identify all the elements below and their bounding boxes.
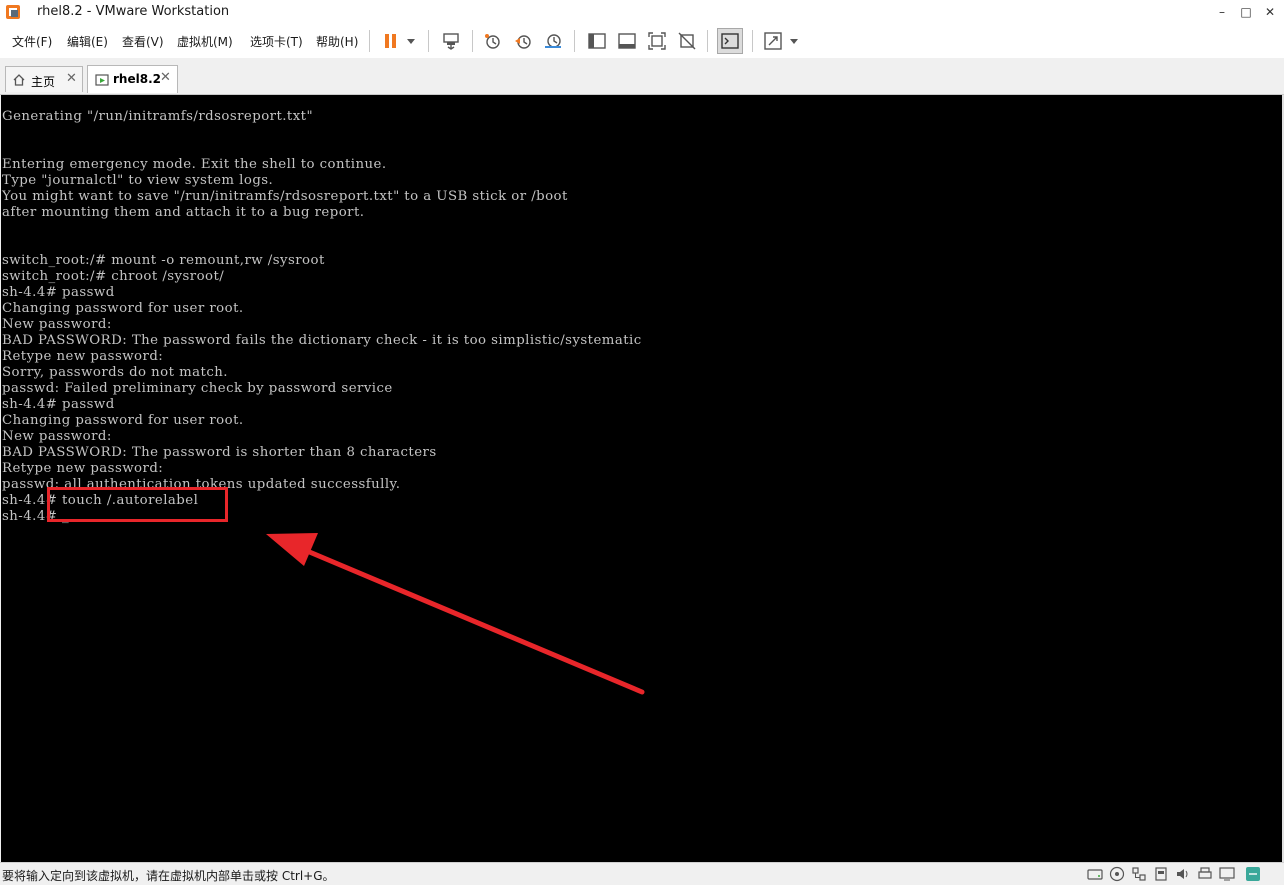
snapshot-icon[interactable]: [483, 31, 503, 51]
toolbar-separator: [574, 30, 575, 52]
toolbar-separator: [472, 30, 473, 52]
send-ctrl-alt-del-icon[interactable]: [441, 31, 461, 51]
message-icon[interactable]: [1245, 866, 1261, 882]
window-title: rhel8.2 - VMware Workstation: [37, 4, 230, 19]
tab-bar: 主页 ✕ rhel8.2 ✕: [0, 58, 1284, 95]
terminal-line: passwd: Failed preliminary check by pass…: [2, 381, 393, 396]
close-button[interactable]: ✕: [1259, 2, 1281, 22]
display-icon[interactable]: [1219, 866, 1235, 882]
tab-rhel82[interactable]: rhel8.2 ✕: [87, 65, 178, 93]
menu-edit[interactable]: 编辑(E): [67, 33, 108, 50]
terminal-line: Entering emergency mode. Exit the shell …: [2, 157, 387, 172]
tab-home-label: 主页: [31, 75, 56, 89]
printer-icon[interactable]: [1197, 866, 1213, 882]
toolbar-separator: [369, 30, 370, 52]
vm-running-icon: [95, 74, 109, 86]
stretch-guest-icon[interactable]: [763, 31, 783, 51]
show-library-icon[interactable]: [587, 31, 607, 51]
terminal-line: after mounting them and attach it to a b…: [2, 205, 365, 220]
revert-snapshot-icon[interactable]: [513, 31, 533, 51]
highlight-box: [47, 487, 228, 522]
minimize-button[interactable]: –: [1211, 2, 1233, 22]
console-view-icon[interactable]: [717, 28, 743, 54]
menu-file[interactable]: 文件(F): [12, 33, 52, 50]
tab-home-close-icon[interactable]: ✕: [66, 71, 77, 86]
dropdown-arrow-icon[interactable]: [404, 31, 418, 51]
unity-icon[interactable]: [677, 31, 697, 51]
tab-rhel82-label: rhel8.2: [113, 72, 161, 86]
pause-icon[interactable]: [381, 31, 401, 51]
tab-home[interactable]: 主页 ✕: [5, 66, 83, 92]
terminal-line: BAD PASSWORD: The password fails the dic…: [2, 333, 642, 348]
terminal-line: Changing password for user root.: [2, 301, 244, 316]
status-bar: 要将输入定向到该虚拟机，请在虚拟机内部单击或按 Ctrl+G。: [0, 862, 1284, 885]
terminal-line: New password:: [2, 429, 112, 444]
status-message: 要将输入定向到该虚拟机，请在虚拟机内部单击或按 Ctrl+G。: [2, 869, 335, 883]
title-bar: rhel8.2 - VMware Workstation – □ ✕: [0, 0, 1284, 25]
network-icon[interactable]: [1131, 866, 1147, 882]
terminal-line: switch_root:/# chroot /sysroot/: [2, 269, 225, 284]
hard-disk-icon[interactable]: [1087, 866, 1103, 882]
terminal-line: Retype new password:: [2, 349, 164, 364]
home-icon: [13, 74, 25, 86]
vm-console[interactable]: Generating "/run/initramfs/rdsosreport.t…: [1, 95, 1283, 862]
terminal-line: You might want to save "/run/initramfs/r…: [2, 189, 568, 204]
toolbar-separator: [428, 30, 429, 52]
terminal-line: Generating "/run/initramfs/rdsosreport.t…: [2, 109, 314, 124]
tab-rhel82-close-icon[interactable]: ✕: [160, 70, 171, 85]
terminal-line: Sorry, passwords do not match.: [2, 365, 228, 380]
terminal-line: Changing password for user root.: [2, 413, 244, 428]
dropdown-arrow-icon[interactable]: [787, 31, 801, 51]
menu-vm[interactable]: 虚拟机(M): [177, 33, 233, 50]
usb-icon[interactable]: [1153, 866, 1169, 882]
vmware-app-icon: [6, 5, 20, 19]
toolbar-separator: [752, 30, 753, 52]
terminal-line: switch_root:/# mount -o remount,rw /sysr…: [2, 253, 325, 268]
snapshot-manager-icon[interactable]: [543, 31, 563, 51]
terminal-line: sh-4.4# passwd: [2, 285, 115, 300]
terminal-line: sh-4.4# passwd: [2, 397, 115, 412]
full-screen-icon[interactable]: [647, 31, 667, 51]
terminal-line: Type "journalctl" to view system logs.: [2, 173, 274, 188]
menu-tabs[interactable]: 选项卡(T): [250, 33, 303, 50]
menu-view[interactable]: 查看(V): [122, 33, 164, 50]
toolbar-separator: [707, 30, 708, 52]
maximize-button[interactable]: □: [1235, 2, 1257, 22]
terminal-line: New password:: [2, 317, 112, 332]
cd-dvd-icon[interactable]: [1109, 866, 1125, 882]
menu-help[interactable]: 帮助(H): [316, 33, 358, 50]
sound-icon[interactable]: [1175, 866, 1191, 882]
terminal-line: BAD PASSWORD: The password is shorter th…: [2, 445, 437, 460]
thumbnail-bar-icon[interactable]: [617, 31, 637, 51]
menu-bar: 文件(F) 编辑(E) 查看(V) 虚拟机(M) 选项卡(T) 帮助(H): [0, 25, 1284, 58]
terminal-line: Retype new password:: [2, 461, 164, 476]
